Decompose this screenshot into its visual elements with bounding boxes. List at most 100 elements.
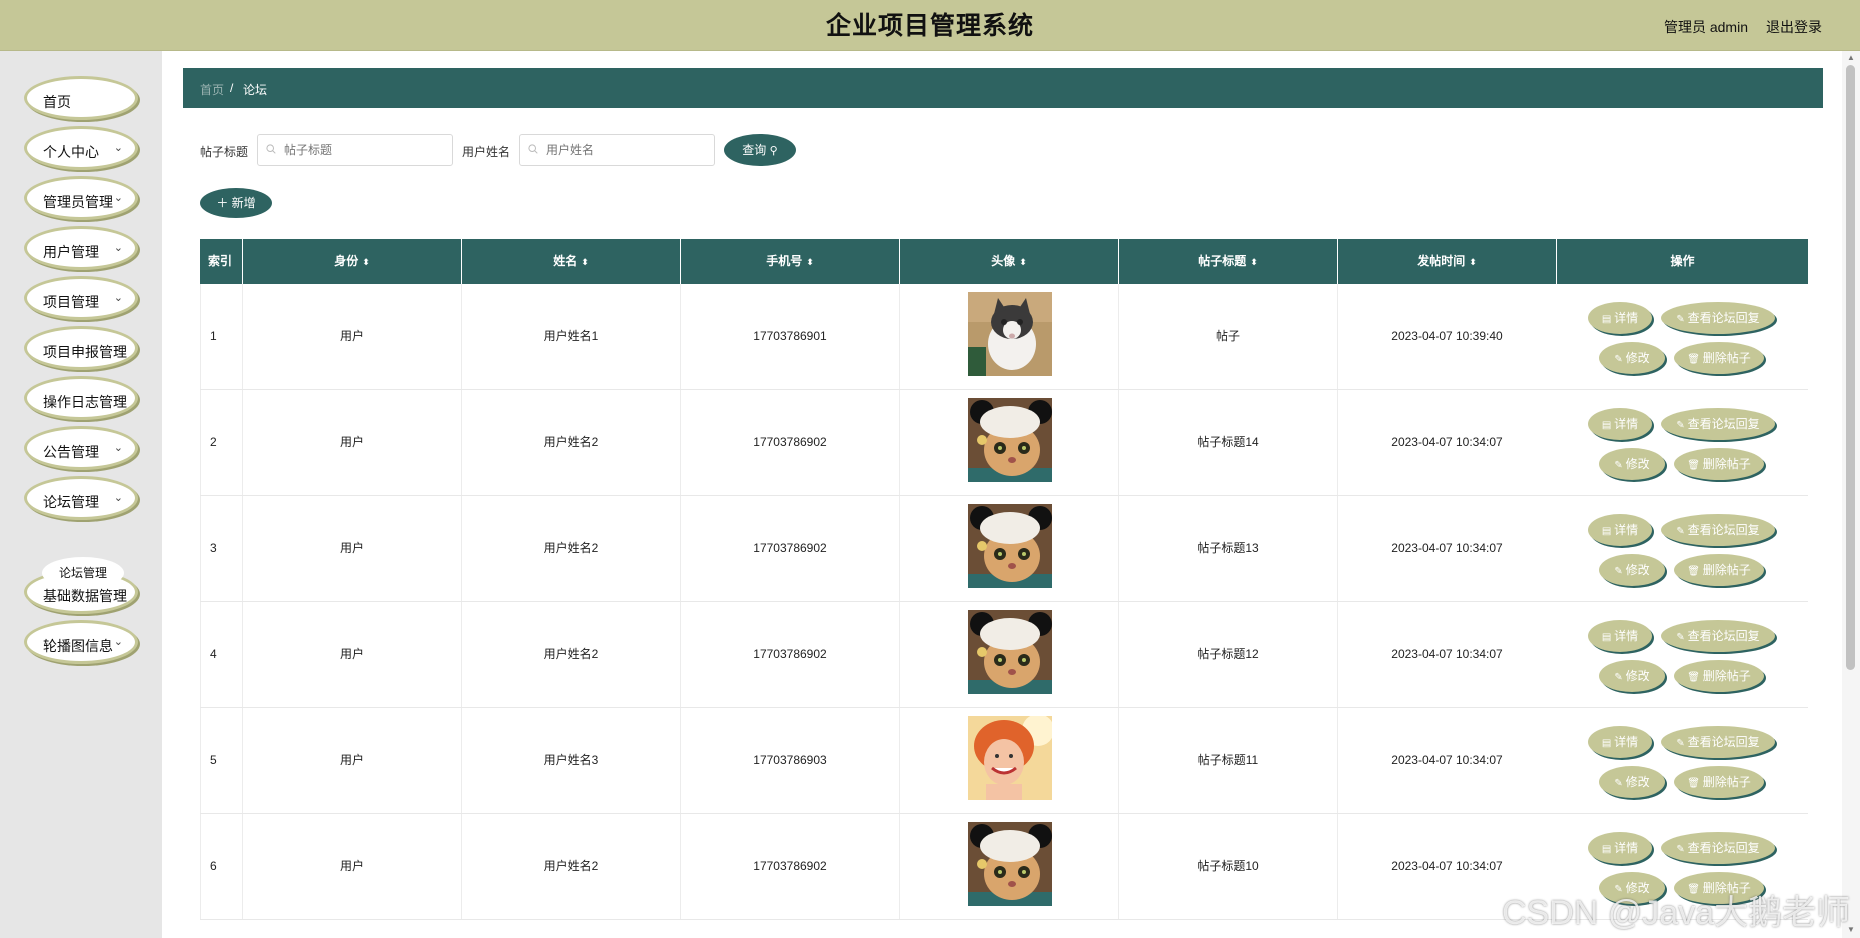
chevron-down-icon: ⌄ xyxy=(113,636,123,648)
column-header-label: 姓名 xyxy=(553,254,578,268)
column-header-phone[interactable]: 手机号 ⬍ xyxy=(680,239,899,284)
sidebar-item-operation-log-management[interactable]: 操作日志管理 ⌄ xyxy=(24,376,138,420)
delete-button[interactable]: 🗑 删除帖子 xyxy=(1674,448,1764,480)
breadcrumb-current: 论坛 xyxy=(243,83,268,97)
sidebar-item-carousel-info[interactable]: 轮播图信息 ⌄ xyxy=(24,620,138,664)
sidebar-item-home[interactable]: 首页 xyxy=(24,76,138,120)
sidebar-item-project-application-management[interactable]: 项目申报管理 ⌄ xyxy=(24,326,138,370)
detail-button[interactable]: ▤ 详情 xyxy=(1588,620,1652,652)
edit-icon: ✎ xyxy=(1676,526,1688,537)
delete-button[interactable]: 🗑 删除帖子 xyxy=(1674,660,1764,692)
column-header-post-title[interactable]: 帖子标题 ⬍ xyxy=(1118,239,1337,284)
scrollbar-thumb[interactable] xyxy=(1846,65,1855,670)
avatar[interactable] xyxy=(968,714,1054,800)
sort-icon[interactable]: ⬍ xyxy=(1250,257,1258,267)
current-user-label: 管理员 admin xyxy=(1663,19,1748,35)
delete-button-label: 删除帖子 xyxy=(1702,563,1751,577)
edit-icon: ✎ xyxy=(1676,314,1688,325)
trash-icon: 🗑 xyxy=(1687,354,1703,365)
edit-button-label: 修改 xyxy=(1625,775,1650,789)
delete-button[interactable]: 🗑 删除帖子 xyxy=(1674,766,1764,798)
logout-link[interactable]: 退出登录 xyxy=(1766,17,1822,37)
sidebar-item-label: 项目管理 xyxy=(43,294,99,310)
edit-icon: ✎ xyxy=(1614,354,1626,365)
breadcrumb: 首页 / 论坛 xyxy=(183,68,1823,108)
cell-post-title: 帖子标题10 xyxy=(1118,814,1337,919)
delete-button[interactable]: 🗑 删除帖子 xyxy=(1674,554,1764,586)
avatar[interactable] xyxy=(968,504,1052,588)
delete-button-label: 删除帖子 xyxy=(1702,351,1751,365)
title-search-input[interactable] xyxy=(257,134,453,166)
cell-name: 用户姓名2 xyxy=(461,602,680,707)
column-header-post-time[interactable]: 发帖时间 ⬍ xyxy=(1337,239,1556,284)
column-header-label: 发帖时间 xyxy=(1417,254,1466,268)
column-header-role[interactable]: 身份 ⬍ xyxy=(242,239,461,284)
edit-button[interactable]: ✎ 修改 xyxy=(1599,342,1665,374)
search-icon xyxy=(528,144,538,154)
watermark: CSDN @Java大鹅老师 xyxy=(1502,894,1851,932)
avatar[interactable] xyxy=(968,292,1052,376)
avatar[interactable] xyxy=(968,610,1052,694)
delete-button[interactable]: 🗑 删除帖子 xyxy=(1674,342,1764,374)
document-icon: ▤ xyxy=(1601,738,1615,749)
detail-button[interactable]: ▤ 详情 xyxy=(1588,726,1652,758)
view-replies-button[interactable]: ✎ 查看论坛回复 xyxy=(1661,832,1775,864)
detail-button[interactable]: ▤ 详情 xyxy=(1588,832,1652,864)
search-icon xyxy=(266,144,276,154)
sort-icon[interactable]: ⬍ xyxy=(806,257,814,267)
sidebar-item-forum-management[interactable]: 论坛管理 ⌄ xyxy=(24,476,138,520)
sidebar-item-label: 公告管理 xyxy=(43,444,99,460)
avatar[interactable] xyxy=(968,398,1052,482)
document-icon: ▤ xyxy=(1601,632,1615,643)
view-replies-button[interactable]: ✎ 查看论坛回复 xyxy=(1661,620,1775,652)
detail-button[interactable]: ▤ 详情 xyxy=(1588,408,1652,440)
detail-button-label: 详情 xyxy=(1614,841,1639,855)
edit-button[interactable]: ✎ 修改 xyxy=(1599,554,1665,586)
cell-phone: 17703786902 xyxy=(680,496,899,601)
view-replies-button[interactable]: ✎ 查看论坛回复 xyxy=(1661,514,1775,546)
table-row: 4 用户 用户姓名2 17703786902 帖子标题12 2023-04-07 10:3… xyxy=(200,602,1808,708)
user-search-input[interactable] xyxy=(519,134,715,166)
cell-post-title: 帖子 xyxy=(1118,284,1337,389)
cell-phone: 17703786902 xyxy=(680,602,899,707)
edit-button[interactable]: ✎ 修改 xyxy=(1599,766,1665,798)
sidebar-item-project-management[interactable]: 项目管理 ⌄ xyxy=(24,276,138,320)
sidebar-item-label: 首页 xyxy=(43,94,71,110)
query-button[interactable]: 查询 ⚲ xyxy=(724,134,796,166)
document-icon: ▤ xyxy=(1601,844,1615,855)
edit-button[interactable]: ✎ 修改 xyxy=(1599,448,1665,480)
trash-icon: 🗑 xyxy=(1687,566,1703,577)
cell-index: 3 xyxy=(200,496,242,601)
sort-icon[interactable]: ⬍ xyxy=(1469,257,1477,267)
chevron-down-icon: ⌄ xyxy=(113,142,123,154)
submenu-forum-management[interactable]: 论坛管理 xyxy=(42,557,124,589)
cell-post-time: 2023-04-07 10:34:07 xyxy=(1337,602,1556,707)
sidebar-item-label: 管理员管理 xyxy=(43,194,113,210)
page-scrollbar[interactable]: ▲ ▼ xyxy=(1842,51,1860,938)
breadcrumb-home[interactable]: 首页 xyxy=(200,81,224,98)
sidebar-item-personal-center[interactable]: 个人中心 ⌄ xyxy=(24,126,138,170)
sort-icon[interactable]: ⬍ xyxy=(581,257,589,267)
view-replies-button[interactable]: ✎ 查看论坛回复 xyxy=(1661,408,1775,440)
sidebar-item-announcement-management[interactable]: 公告管理 ⌄ xyxy=(24,426,138,470)
search-icon: ⚲ xyxy=(769,145,778,157)
view-replies-button[interactable]: ✎ 查看论坛回复 xyxy=(1661,302,1775,334)
column-header-avatar[interactable]: 头像 ⬍ xyxy=(899,239,1118,284)
edit-icon: ✎ xyxy=(1676,632,1688,643)
view-replies-button[interactable]: ✎ 查看论坛回复 xyxy=(1661,726,1775,758)
edit-button[interactable]: ✎ 修改 xyxy=(1599,660,1665,692)
detail-button[interactable]: ▤ 详情 xyxy=(1588,514,1652,546)
avatar[interactable] xyxy=(968,822,1052,906)
scroll-up-arrow-icon[interactable]: ▲ xyxy=(1847,53,1855,62)
plus-icon: ＋ xyxy=(216,196,229,210)
sidebar-item-user-management[interactable]: 用户管理 ⌄ xyxy=(24,226,138,270)
column-header-name[interactable]: 姓名 ⬍ xyxy=(461,239,680,284)
top-header: 企业项目管理系统 管理员 admin 退出登录 xyxy=(0,0,1860,51)
sort-icon[interactable]: ⬍ xyxy=(362,257,370,267)
cell-index: 4 xyxy=(200,602,242,707)
sort-icon[interactable]: ⬍ xyxy=(1019,257,1027,267)
add-button[interactable]: ＋ 新增 xyxy=(200,188,272,218)
query-button-label: 查询 xyxy=(742,143,767,157)
detail-button[interactable]: ▤ 详情 xyxy=(1588,302,1652,334)
sidebar-item-admin-management[interactable]: 管理员管理 ⌄ xyxy=(24,176,138,220)
